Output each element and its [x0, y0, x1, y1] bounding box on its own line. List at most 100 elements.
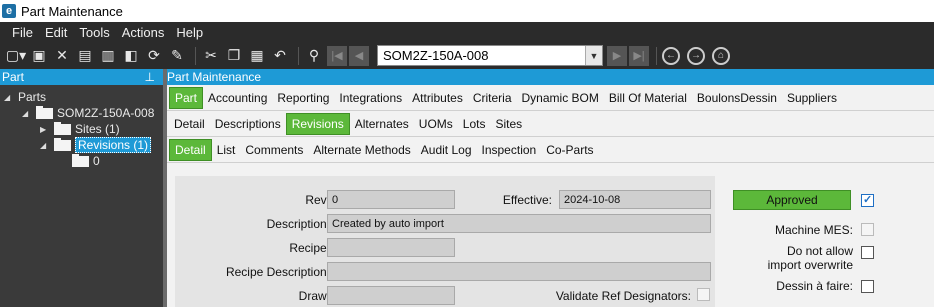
print-preview-icon[interactable]: ◧ — [121, 46, 141, 66]
tab-accounting[interactable]: Accounting — [203, 87, 272, 109]
dessin-a-faire-label: Dessin à faire: — [776, 279, 853, 293]
do-not-allow-import-overwrite-checkbox[interactable] — [861, 246, 874, 259]
forward-icon[interactable]: → — [687, 46, 705, 65]
tab-detail[interactable]: Detail — [169, 113, 210, 135]
validate-ref-designators-label: Validate Ref Designators: — [555, 289, 691, 303]
collapse-icon[interactable]: ◢ — [22, 109, 32, 118]
tree-item-label: SOM2Z-150A-008 — [57, 106, 155, 120]
clear-icon[interactable]: ✎ — [167, 46, 187, 66]
previous-record-icon[interactable]: ◀ — [349, 45, 369, 66]
tab-alternate-methods[interactable]: Alternate Methods — [308, 139, 415, 161]
refresh-icon[interactable]: ⟳ — [144, 46, 164, 66]
tab-boulonsdessin[interactable]: BoulonsDessin — [692, 87, 782, 109]
machine-mes-checkbox[interactable] — [861, 223, 874, 236]
folder-icon — [72, 153, 89, 167]
tab-part[interactable]: Part — [169, 86, 204, 109]
tab-sites[interactable]: Sites — [490, 113, 527, 135]
recipe-field[interactable] — [327, 238, 455, 257]
tab-inspection[interactable]: Inspection — [477, 139, 542, 161]
tab-comments[interactable]: Comments — [240, 139, 308, 161]
tree-item-label: Sites (1) — [75, 122, 120, 136]
chevron-down-icon[interactable]: ▼ — [585, 46, 602, 65]
tab-suppliers[interactable]: Suppliers — [782, 87, 842, 109]
tab-attributes[interactable]: Attributes — [407, 87, 468, 109]
tab-revision-detail[interactable]: Detail — [169, 138, 212, 161]
part-selector-value: SOM2Z-150A-008 — [383, 48, 489, 63]
search-binoculars-icon[interactable]: ⚲ — [304, 46, 324, 66]
tab-list[interactable]: List — [212, 139, 241, 161]
tree-panel: Part ⊥ ◢ Parts ◢ SOM2Z-150A-008 ▶ Sites … — [0, 69, 163, 307]
first-record-icon[interactable]: |◀ — [327, 45, 347, 66]
revision-status-panel: Approved Machine MES: Do not allow impor… — [727, 176, 934, 307]
delete-icon[interactable]: ✕ — [52, 46, 72, 66]
tree-item-revisions[interactable]: ◢ Revisions (1) — [40, 137, 152, 153]
save-icon[interactable]: ▣ — [29, 46, 49, 66]
draw-label: Draw: — [298, 289, 330, 303]
menu-help[interactable]: Help — [176, 25, 203, 40]
home-icon[interactable]: ⌂ — [712, 46, 730, 65]
tree-item-parts[interactable]: ◢ Parts — [4, 89, 46, 105]
tab-alternates[interactable]: Alternates — [350, 113, 414, 135]
toolbar-separator — [656, 46, 657, 65]
part-selector-combo[interactable]: SOM2Z-150A-008 ▼ — [377, 45, 603, 66]
effective-label: Effective: — [502, 193, 552, 207]
dessin-a-faire-checkbox[interactable] — [861, 280, 874, 293]
approved-status-badge[interactable]: Approved — [733, 190, 851, 210]
tab-dynamic-bom[interactable]: Dynamic BOM — [517, 87, 604, 109]
tab-co-parts[interactable]: Co-Parts — [541, 139, 598, 161]
tree-item-label: 0 — [93, 154, 100, 168]
new-icon[interactable]: ▢▾ — [6, 46, 26, 66]
window-title: Part Maintenance — [21, 3, 123, 19]
do-not-allow-label: Do not allow — [786, 244, 853, 258]
pin-icon[interactable]: ⊥ — [145, 70, 155, 84]
tree-item-label: Parts — [18, 90, 47, 104]
main-panel-title: Part Maintenance — [167, 70, 262, 84]
collapse-icon[interactable]: ◢ — [40, 141, 50, 150]
last-record-icon[interactable]: ▶| — [629, 45, 649, 66]
revision-form: Rev: 0 Effective: 2024-10-08 Description… — [175, 176, 715, 307]
menu-file[interactable]: File — [12, 25, 33, 40]
attachment-icon[interactable]: ▥ — [98, 46, 118, 66]
folder-icon — [54, 121, 71, 135]
next-record-icon[interactable]: ▶ — [607, 45, 627, 66]
paste-icon[interactable]: ▦ — [247, 46, 267, 66]
copy-icon[interactable]: ❐ — [224, 46, 244, 66]
cut-icon[interactable]: ✂ — [201, 46, 221, 66]
menu-tools[interactable]: Tools — [79, 25, 109, 40]
toolbar: ▢▾ ▣ ✕ ▤ ▥ ◧ ⟳ ✎ ✂ ❐ ▦ ↶ ⚲ |◀ ◀ SOM2Z-15… — [0, 42, 934, 69]
description-field[interactable]: Created by auto import — [327, 214, 711, 233]
main-panel: Part Maintenance Part Accounting Reporti… — [167, 69, 934, 307]
toolbar-separator — [195, 46, 196, 65]
expand-icon[interactable]: ▶ — [40, 125, 50, 134]
collapse-icon[interactable]: ◢ — [4, 93, 14, 102]
effective-date-field[interactable]: 2024-10-08 — [559, 190, 711, 209]
tree-item-sites[interactable]: ▶ Sites (1) — [40, 121, 120, 137]
import-overwrite-label: import overwrite — [767, 258, 853, 272]
validate-ref-designators-checkbox[interactable] — [697, 288, 710, 301]
approved-checkbox[interactable] — [861, 193, 874, 207]
tree-item-revision-0[interactable]: 0 — [72, 153, 100, 169]
tab-descriptions[interactable]: Descriptions — [210, 113, 286, 135]
back-icon[interactable]: ← — [662, 46, 680, 65]
tree-item-part[interactable]: ◢ SOM2Z-150A-008 — [22, 105, 154, 121]
tabs-level3: Detail List Comments Alternate Methods A… — [167, 137, 934, 163]
app-logo-icon: e — [2, 4, 16, 18]
tab-audit-log[interactable]: Audit Log — [416, 139, 477, 161]
tab-uoms[interactable]: UOMs — [414, 113, 458, 135]
recipe-description-field[interactable] — [327, 262, 711, 281]
tree-item-label: Revisions (1) — [75, 137, 152, 153]
undo-icon[interactable]: ↶ — [270, 46, 290, 66]
tab-bill-of-material[interactable]: Bill Of Material — [604, 87, 692, 109]
print-icon[interactable]: ▤ — [75, 46, 95, 66]
menu-edit[interactable]: Edit — [45, 25, 67, 40]
tree-panel-header: Part ⊥ — [0, 69, 163, 85]
tab-reporting[interactable]: Reporting — [272, 87, 334, 109]
tab-integrations[interactable]: Integrations — [334, 87, 407, 109]
draw-field[interactable] — [327, 286, 455, 305]
tab-criteria[interactable]: Criteria — [468, 87, 517, 109]
tab-revisions[interactable]: Revisions — [285, 112, 350, 135]
tab-lots[interactable]: Lots — [458, 113, 491, 135]
menu-actions[interactable]: Actions — [122, 25, 165, 40]
rev-field[interactable]: 0 — [327, 190, 455, 209]
recipe-label: Recipe: — [289, 241, 330, 255]
